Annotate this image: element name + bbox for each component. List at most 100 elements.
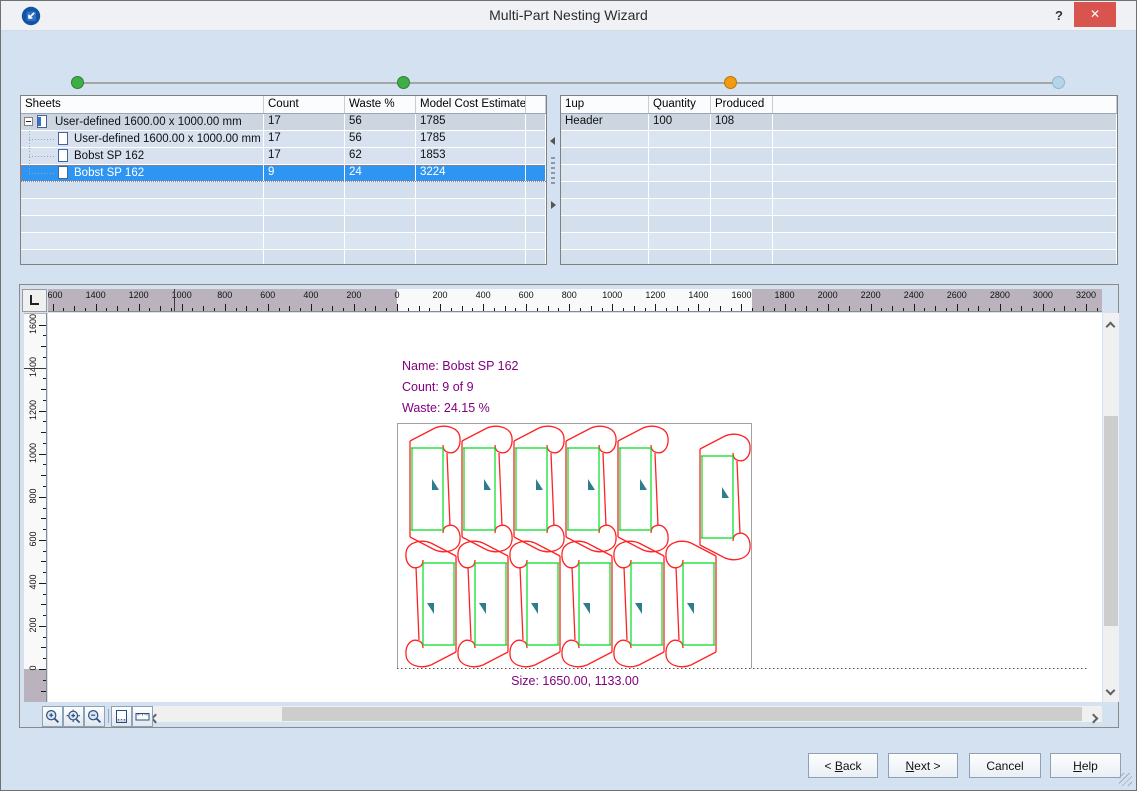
sheet-document-icon <box>58 132 68 145</box>
ruler-corner-box <box>22 289 47 312</box>
ruler-tick-label: 1000 <box>28 433 38 473</box>
drawing-area[interactable]: Name: Bobst SP 162 Count: 9 of 9 Waste: … <box>48 313 1102 702</box>
ruler-tick-label: 1000 <box>602 290 622 300</box>
ruler-tick-label: 2600 <box>947 290 967 300</box>
tree-branch-line <box>29 139 56 140</box>
sheets-table-row[interactable]: User-defined 1600.00 x 1000.00 mm1756178… <box>21 114 546 131</box>
ruler-tick-label: 800 <box>28 476 38 516</box>
empty-row <box>561 199 1117 216</box>
column-header[interactable]: 1up <box>561 96 649 113</box>
sheet-cell: 9 <box>264 165 345 181</box>
ruler-tick-label: 1400 <box>28 347 38 387</box>
show-whole-sheet-button[interactable] <box>111 706 132 727</box>
tree-branch-line <box>29 165 30 173</box>
layout-viewer: 1600140012001000800600400200020040060080… <box>19 284 1119 728</box>
resize-grip[interactable] <box>1119 773 1132 786</box>
zoom-out-button[interactable] <box>84 706 105 727</box>
vertical-scroll-thumb[interactable] <box>1104 416 1118 626</box>
multi-part-nesting-wizard-window: Multi-Part Nesting Wizard ? ✕ Parameters… <box>0 0 1137 791</box>
wizard-progress-line <box>78 82 1059 84</box>
empty-row <box>561 165 1117 182</box>
ruler-tick-label: 1600 <box>48 290 63 300</box>
column-header[interactable]: Waste % <box>345 96 416 113</box>
help-button[interactable]: Help <box>1050 753 1121 778</box>
tree-branch-line <box>29 173 56 174</box>
empty-row <box>21 199 546 216</box>
vertical-ruler: 02004006008001000120014001600 <box>24 313 47 702</box>
show-dimensions-button[interactable] <box>132 706 153 727</box>
cancel-button[interactable]: Cancel <box>969 753 1041 778</box>
sheet-cell <box>526 165 546 181</box>
ruler-tick-label: 1600 <box>731 290 751 300</box>
sheet-cell: 17 <box>264 114 345 130</box>
horizontal-ruler: 1600140012001000800600400200020040060080… <box>48 289 1102 312</box>
sheet-cell: 56 <box>345 114 416 130</box>
ruler-tick-label: 800 <box>562 290 577 300</box>
scroll-down-icon[interactable] <box>1107 682 1114 697</box>
scroll-left-icon[interactable] <box>152 710 159 725</box>
annotation-name: Name: Bobst SP 162 <box>402 356 519 377</box>
column-header[interactable]: Model Cost Estimate <box>416 96 526 113</box>
back-button[interactable]: < Back <box>808 753 878 778</box>
ruler-tick-label: 200 <box>346 290 361 300</box>
sheet-cell: 24 <box>345 165 416 181</box>
wizard-step-dot-3[interactable] <box>724 76 737 89</box>
sheets-table-row[interactable]: User-defined 1600.00 x 1000.00 mm1756178… <box>21 131 546 148</box>
table-splitter[interactable] <box>547 95 560 265</box>
ruler-tick-label: 3000 <box>1033 290 1053 300</box>
horizontal-scroll-thumb[interactable] <box>282 707 1082 721</box>
ruler-tick-label: 3200 <box>1076 290 1096 300</box>
empty-row <box>21 216 546 233</box>
splitter-collapse-left-icon[interactable] <box>550 137 555 145</box>
sheet-cell <box>526 114 546 130</box>
column-header[interactable] <box>526 96 546 113</box>
next-button[interactable]: Next > <box>888 753 958 778</box>
sheet-document-icon <box>58 166 68 179</box>
wizard-step-dot-4[interactable] <box>1052 76 1065 89</box>
zoom-in-button[interactable] <box>42 706 63 727</box>
zoom-dynamic-icon <box>66 709 81 724</box>
ruler-tick-label: 600 <box>28 519 38 559</box>
help-titlebar-button[interactable]: ? <box>1047 4 1071 28</box>
wizard-step-dot-2[interactable] <box>397 76 410 89</box>
oneup-table-row[interactable]: Header100108 <box>561 114 1117 131</box>
sheets-table-row[interactable]: Bobst SP 16217621853 <box>21 148 546 165</box>
ruler-tick-label: 400 <box>28 562 38 602</box>
sheet-cell: 62 <box>345 148 416 164</box>
tree-expander-minus-icon[interactable] <box>24 117 33 126</box>
splitter-grip[interactable] <box>551 157 555 187</box>
sheet-cell: 3224 <box>416 165 526 181</box>
close-button[interactable]: ✕ <box>1074 2 1116 27</box>
sheet-icon <box>114 709 129 724</box>
scroll-right-icon[interactable] <box>1090 710 1097 725</box>
sheet-cell <box>526 131 546 147</box>
empty-row <box>21 233 546 250</box>
scroll-up-icon[interactable] <box>1107 318 1114 333</box>
empty-row <box>21 182 546 199</box>
sheet-cell: 1785 <box>416 131 526 147</box>
viewer-toolbar <box>42 705 153 727</box>
annotation-waste: Waste: 24.15 % <box>402 398 519 419</box>
annotation-count: Count: 9 of 9 <box>402 377 519 398</box>
sheet-size-label: Size: 1650.00, 1133.00 <box>397 674 753 688</box>
empty-row <box>561 216 1117 233</box>
ruler-corner-L-icon <box>30 295 39 305</box>
splitter-collapse-right-icon[interactable] <box>551 201 556 209</box>
ruler-tick-label: 2400 <box>904 290 924 300</box>
sheets-table-row[interactable]: Bobst SP 1629243224 <box>21 165 546 182</box>
column-header[interactable]: Sheets <box>21 96 264 113</box>
column-header[interactable]: Produced <box>711 96 773 113</box>
ruler-tick-label: 800 <box>217 290 232 300</box>
sheet-name: User-defined 1600.00 x 1000.00 mm <box>55 115 242 130</box>
column-header[interactable] <box>773 96 1117 113</box>
wizard-step-dot-1[interactable] <box>71 76 84 89</box>
nesting-layout-svg[interactable] <box>397 423 1097 673</box>
zoom-dynamic-button[interactable] <box>63 706 84 727</box>
column-header[interactable]: Quantity <box>649 96 711 113</box>
zoom-in-icon <box>45 709 60 724</box>
viewer-vertical-scrollbar[interactable] <box>1103 313 1119 702</box>
ruler-tick-label: 600 <box>260 290 275 300</box>
column-header[interactable]: Count <box>264 96 345 113</box>
nest-annotation: Name: Bobst SP 162 Count: 9 of 9 Waste: … <box>402 356 519 419</box>
viewer-horizontal-scrollbar[interactable] <box>147 706 1102 722</box>
